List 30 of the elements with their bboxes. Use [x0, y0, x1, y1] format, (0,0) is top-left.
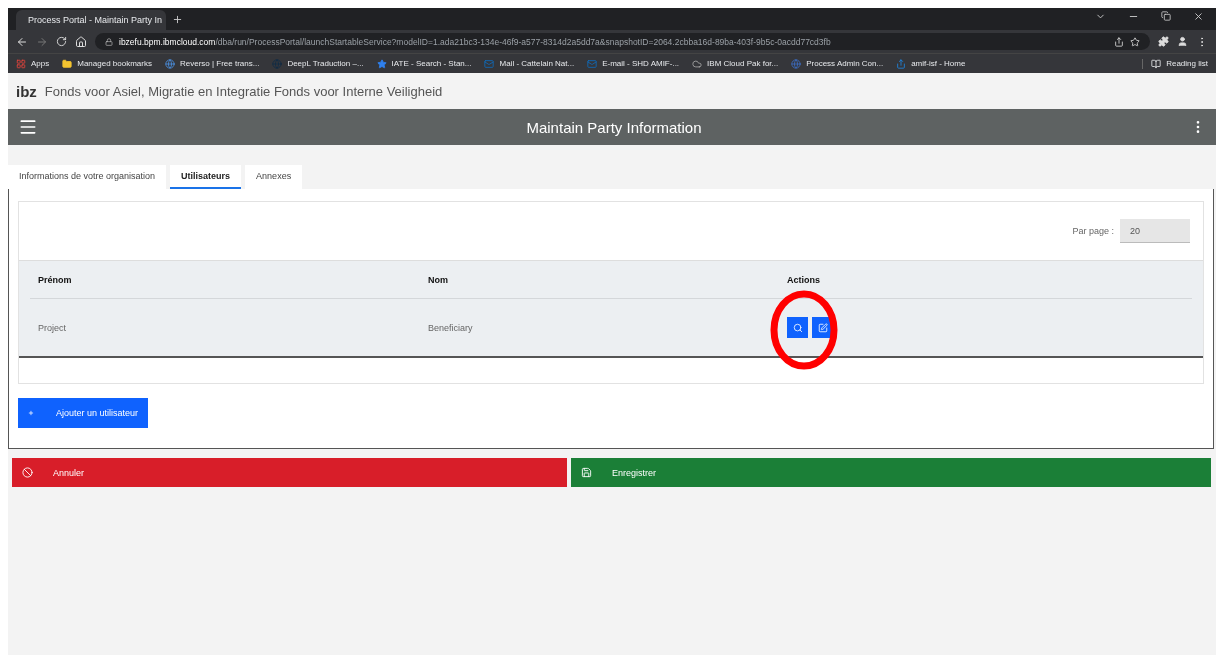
save-button[interactable]: Enregistrer — [571, 458, 1211, 487]
table-cell-text: Project — [38, 322, 67, 333]
page-title: Maintain Party Information — [526, 118, 702, 136]
bookmark-link[interactable]: Process Admin Con... — [791, 58, 884, 69]
column-header: Nom — [428, 274, 449, 285]
cancel-button[interactable]: Annuler — [12, 458, 568, 487]
table-cell-text: Beneficiary — [428, 322, 474, 333]
bookmark-link[interactable]: Reverso | Free trans... — [164, 58, 260, 69]
bookmark-link[interactable]: Managed bookmarks — [62, 58, 152, 69]
bookmark-link[interactable]: Apps — [16, 58, 50, 69]
bookmark-link[interactable]: IBM Cloud Pak for... — [692, 58, 779, 69]
reading-list-button[interactable]: Reading list — [1142, 58, 1208, 69]
bookmark-link[interactable]: amif-isf - Home — [896, 58, 966, 69]
add-user-button[interactable]: Ajouter un utilisateur — [18, 398, 148, 428]
bookmark-link[interactable]: E-mail - SHD AMIF-... — [587, 58, 680, 69]
column-header: Actions — [787, 274, 821, 285]
column-header: Prénom — [38, 274, 73, 285]
per-page-label: Par page : — [1072, 226, 1114, 236]
bookmark-link[interactable]: Mail - Cattelain Nat... — [484, 58, 575, 69]
org-title: Fonds voor Asiel, Migratie en Integratie Fonds voor Interne Veiligheid — [44, 83, 443, 99]
address-bar[interactable]: ibzefu.bpm.ibmcloud.com/dba/run/ProcessPortal/launchStartableService?modelID=1.ada21bc3-134e-46f9-a577-8314d2a5dd7a&snapshotID=2064.2cbba16d-89ba-403f-9b5c-0acdd77cd3fb — [95, 33, 1150, 50]
logo: ibz — [16, 82, 37, 100]
per-page-field[interactable]: 20 — [1120, 219, 1190, 243]
tab[interactable]: Informations de votre organisation — [8, 165, 167, 189]
tab[interactable]: Utilisateurs — [170, 165, 242, 189]
bookmark-link[interactable]: DeepL Traduction –... — [272, 58, 364, 69]
bookmark-link[interactable]: IATE - Search - Stan... — [376, 58, 472, 69]
tab[interactable]: Annexes — [245, 165, 303, 189]
url-text: ibzefu.bpm.ibmcloud.com/dba/run/ProcessPortal/launchStartableService?modelID=1.ada21bc3-134e-46f9-a577-8314d2a5dd7a&snapshotID=2064.2cbba16d-89ba-403f-9b5c-0acdd77cd3fb — [119, 36, 831, 47]
browser-tab[interactable]: Process Portal - Maintain Party In — [16, 10, 166, 30]
